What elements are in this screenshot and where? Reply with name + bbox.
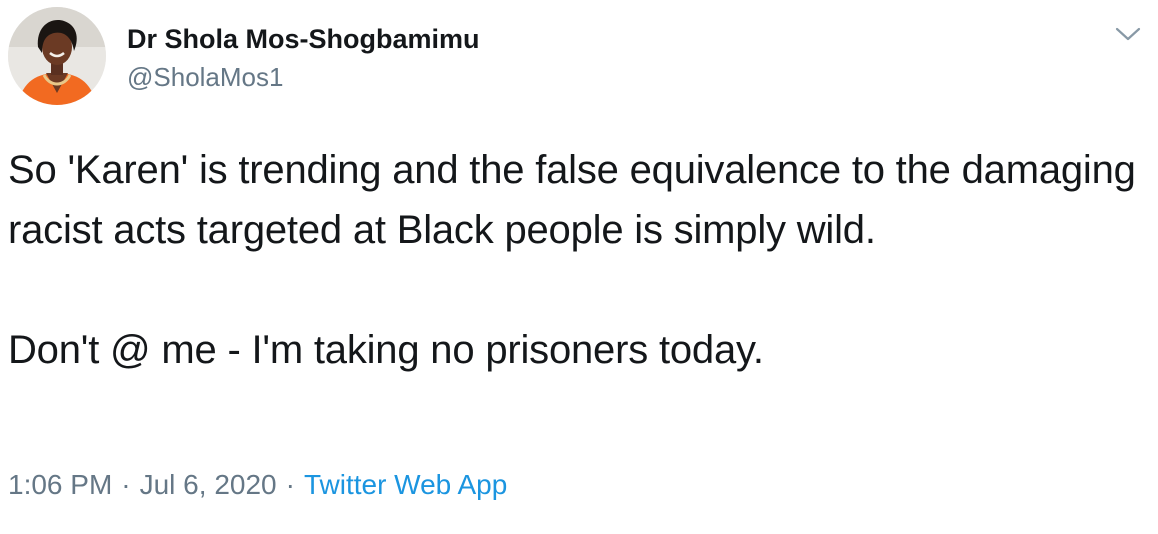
tweet-card: Dr Shola Mos-Shogbamimu @SholaMos1 So 'K…: [0, 0, 1158, 534]
meta-separator: ·: [121, 469, 131, 500]
meta-separator: ·: [285, 469, 295, 500]
tweet-paragraph: So 'Karen' is trending and the false equ…: [8, 148, 1136, 252]
tweet-meta: 1:06 PM · Jul 6, 2020 · Twitter Web App: [8, 467, 507, 503]
tweet-source-link[interactable]: Twitter Web App: [304, 469, 507, 500]
avatar[interactable]: [8, 7, 106, 105]
chevron-down-icon[interactable]: [1114, 22, 1142, 46]
tweet-paragraph: Don't @ me - I'm taking no prisoners tod…: [8, 328, 764, 372]
tweet-date[interactable]: Jul 6, 2020: [140, 469, 277, 500]
tweet-time[interactable]: 1:06 PM: [8, 469, 112, 500]
avatar-image: [8, 7, 106, 105]
user-handle[interactable]: @SholaMos1: [127, 60, 480, 94]
author-block: Dr Shola Mos-Shogbamimu @SholaMos1: [127, 22, 480, 94]
tweet-text: So 'Karen' is trending and the false equ…: [8, 140, 1138, 380]
display-name[interactable]: Dr Shola Mos-Shogbamimu: [127, 22, 480, 56]
